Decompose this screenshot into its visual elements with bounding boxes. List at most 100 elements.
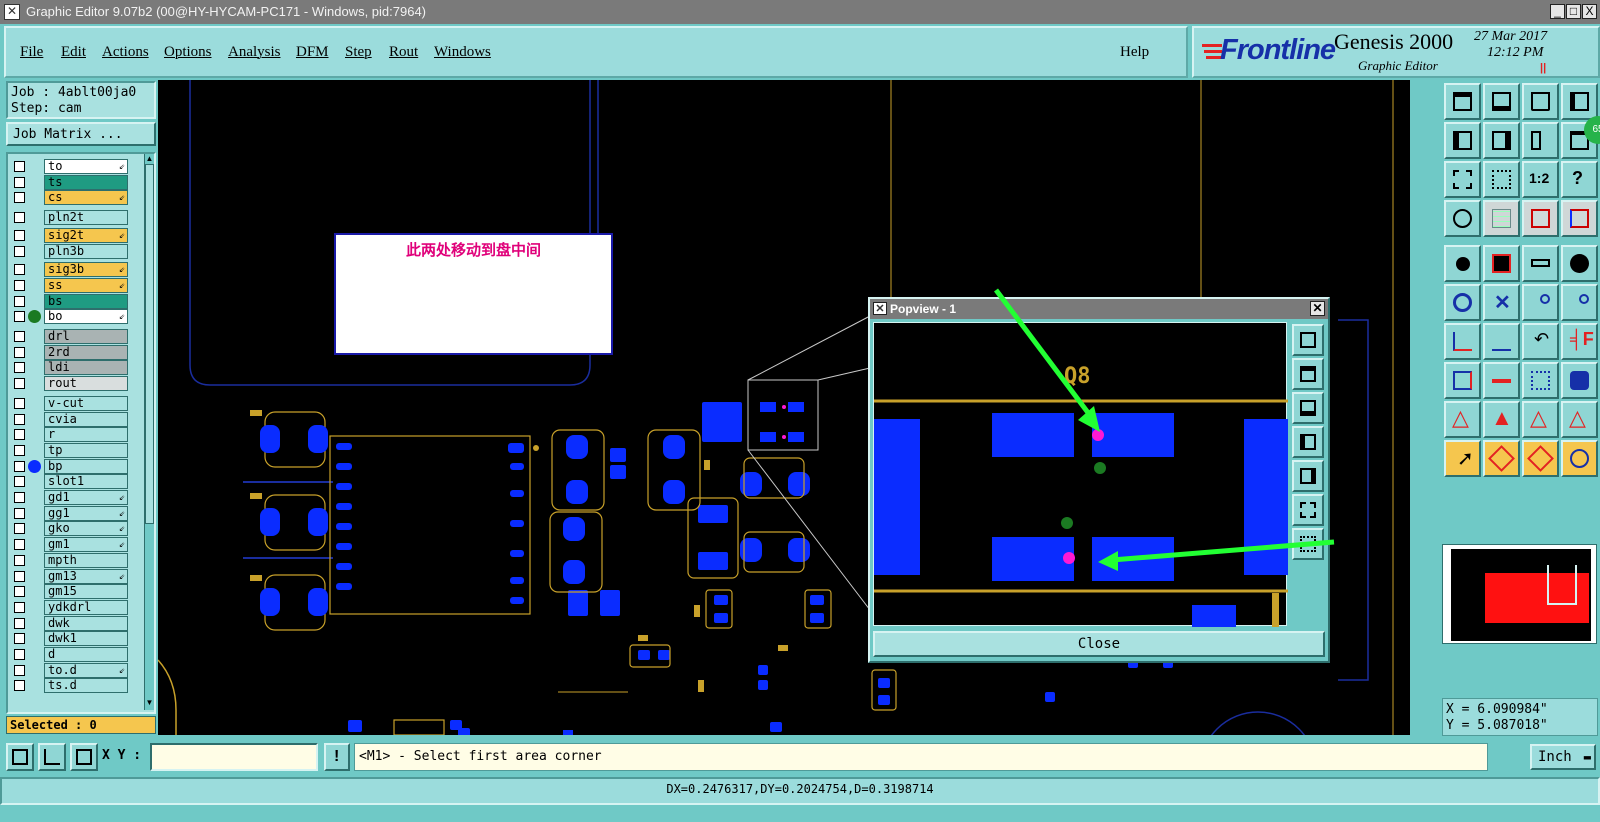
layer-name[interactable]: bo — [44, 309, 128, 325]
add-track-icon[interactable] — [1483, 362, 1520, 399]
menu-file[interactable]: File — [20, 44, 43, 61]
layer-row[interactable]: ss — [12, 277, 128, 293]
measure-icon[interactable] — [1444, 245, 1481, 282]
job-matrix-button[interactable]: Job Matrix ... — [6, 122, 156, 146]
layer-checkbox[interactable] — [14, 460, 25, 472]
zoom-home-icon[interactable] — [1444, 83, 1481, 120]
layer-row[interactable]: ts.d — [12, 678, 128, 694]
layer-checkbox[interactable] — [14, 601, 25, 613]
popview-zoom-out-icon[interactable] — [1292, 528, 1324, 560]
popview-pan-down-icon[interactable] — [1292, 392, 1324, 424]
units-selector[interactable]: Inch ▬ — [1530, 744, 1596, 770]
pan-right-icon[interactable] — [1483, 122, 1520, 159]
layer-name[interactable]: pln3b — [44, 243, 128, 259]
layer-name[interactable]: cs — [44, 190, 128, 206]
help-query-icon[interactable]: ? — [1561, 161, 1598, 198]
layer-row[interactable]: sig3b — [12, 262, 128, 278]
add-pad-icon[interactable] — [1444, 362, 1481, 399]
zoom-center-icon[interactable] — [1483, 161, 1520, 198]
layer-row[interactable]: gm13 — [12, 568, 128, 584]
layer-row[interactable]: ts — [12, 174, 128, 190]
layer-name[interactable]: ts.d — [44, 678, 128, 694]
layer-name[interactable]: mpth — [44, 552, 128, 568]
undo-arc-icon[interactable]: ↶ — [1522, 323, 1559, 360]
scroll-down-icon[interactable]: ▼ — [145, 698, 154, 708]
layer-checkbox[interactable] — [14, 570, 25, 582]
layer-name[interactable]: gm13 — [44, 568, 128, 584]
overview-map[interactable] — [1442, 544, 1597, 644]
net-display-icon[interactable] — [1561, 200, 1598, 237]
xy-input[interactable] — [150, 743, 318, 771]
layer-name[interactable]: to — [44, 159, 128, 174]
triangle-edit-icon[interactable]: △ — [1522, 401, 1559, 438]
popview-close-button[interactable]: Close — [873, 631, 1325, 657]
layer-row[interactable]: bs — [12, 293, 128, 309]
layer-row[interactable]: dwk — [12, 615, 128, 631]
layer-row[interactable]: 2rd — [12, 344, 128, 360]
layer-row[interactable]: to — [12, 159, 128, 174]
layer-row[interactable]: cs — [12, 190, 128, 206]
window-view-icon[interactable] — [1561, 83, 1598, 120]
popview-pan-up-icon[interactable] — [1292, 358, 1324, 390]
layer-checkbox[interactable] — [14, 617, 25, 629]
menu-help[interactable]: Help — [1120, 44, 1149, 61]
layer-row[interactable]: gm1 — [12, 537, 128, 553]
add-line-icon[interactable] — [1444, 323, 1481, 360]
copy-pads-icon[interactable] — [1561, 362, 1598, 399]
layer-name[interactable]: gko — [44, 521, 128, 537]
layer-row[interactable]: ldi — [12, 360, 128, 376]
triangle-icon[interactable]: △ — [1444, 401, 1481, 438]
menu-options[interactable]: Options — [164, 44, 212, 61]
layer-row[interactable]: gko — [12, 521, 128, 537]
ruler-icon[interactable] — [1522, 245, 1559, 282]
layer-name[interactable]: ydkdrl — [44, 599, 128, 615]
close-window-button[interactable]: X — [1582, 4, 1597, 19]
popview-window[interactable]: ✕ Popview - 1 ✕ Q8 Close — [868, 297, 1330, 663]
menu-edit[interactable]: Edit — [61, 44, 86, 61]
layer-row[interactable]: slot1 — [12, 474, 128, 490]
layer-name[interactable]: sig3b — [44, 262, 128, 278]
scroll-up-icon[interactable]: ▲ — [145, 154, 154, 164]
layer-row[interactable]: r — [12, 427, 128, 443]
layer-checkbox[interactable] — [14, 633, 25, 645]
zoom-fit-icon[interactable] — [1444, 161, 1481, 198]
layer-checkbox[interactable] — [14, 523, 25, 535]
layer-checkbox[interactable] — [14, 429, 25, 441]
split-icon[interactable]: ╡F — [1561, 323, 1598, 360]
popview-pan-right-icon[interactable] — [1292, 460, 1324, 492]
grid-snap-icon[interactable] — [70, 743, 98, 771]
layer-name[interactable]: sig2t — [44, 227, 128, 243]
layer-checkbox[interactable] — [14, 397, 25, 409]
layer-name[interactable]: tp — [44, 442, 128, 458]
layer-name[interactable]: 2rd — [44, 344, 128, 360]
popview-zoom-fit-icon[interactable] — [1292, 324, 1324, 356]
layer-row[interactable]: rout — [12, 376, 128, 392]
layer-name[interactable]: gg1 — [44, 505, 128, 521]
layer-name[interactable]: ts — [44, 174, 128, 190]
layer-checkbox[interactable] — [14, 539, 25, 551]
layer-row[interactable]: to.d — [12, 662, 128, 678]
grid-icon[interactable] — [1483, 200, 1520, 237]
layer-name[interactable]: slot1 — [44, 474, 128, 490]
layer-row[interactable]: drl — [12, 329, 128, 344]
layer-row[interactable]: gg1 — [12, 505, 128, 521]
layer-checkbox[interactable] — [14, 649, 25, 660]
layer-row[interactable]: bp — [12, 458, 128, 474]
zoom-back-icon[interactable] — [1483, 83, 1520, 120]
layer-checkbox[interactable] — [14, 192, 25, 204]
select-connected-icon[interactable] — [1561, 440, 1598, 477]
measure-line-icon[interactable] — [1483, 245, 1520, 282]
layer-checkbox[interactable] — [14, 680, 25, 692]
layer-checkbox[interactable] — [14, 331, 25, 342]
layer-checkbox[interactable] — [14, 311, 25, 323]
popview-close-icon[interactable]: ✕ — [1310, 301, 1325, 316]
maximize-button[interactable]: □ — [1566, 4, 1581, 19]
layer-checkbox[interactable] — [14, 229, 25, 241]
layer-name[interactable]: cvia — [44, 411, 128, 427]
layer-checkbox[interactable] — [14, 176, 25, 188]
layer-display-icon[interactable] — [1522, 200, 1559, 237]
select-pointer-icon[interactable]: ➚ — [1444, 440, 1481, 477]
layer-name[interactable]: gm1 — [44, 537, 128, 553]
layer-name[interactable]: d — [44, 647, 128, 662]
layer-checkbox[interactable] — [14, 264, 25, 276]
